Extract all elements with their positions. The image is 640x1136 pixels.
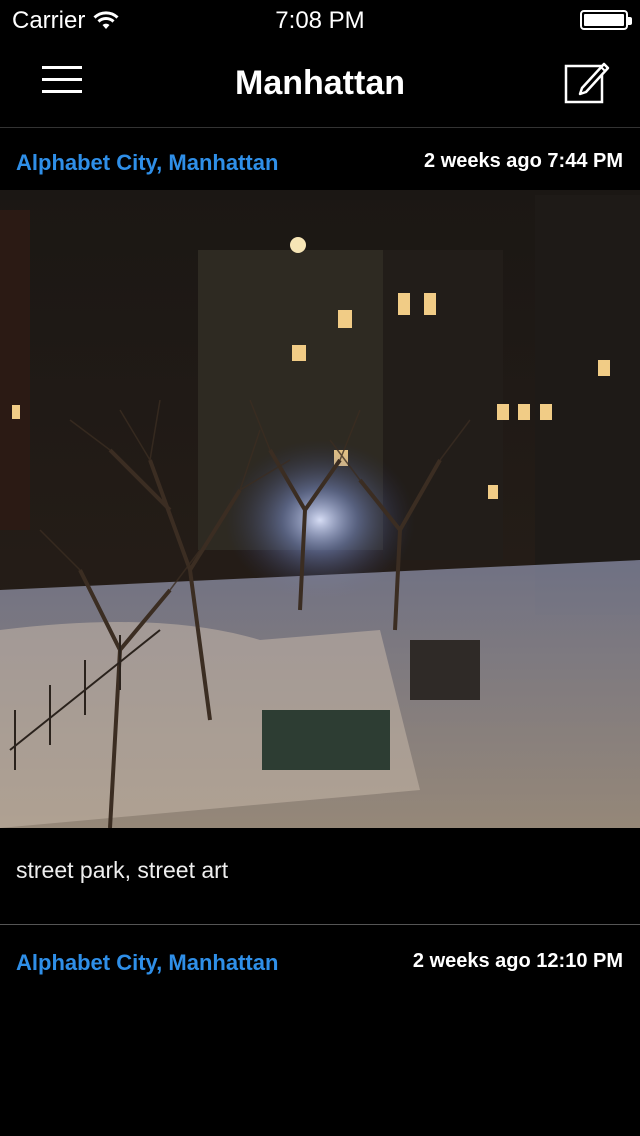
post-caption: street park, street art: [16, 857, 229, 883]
post-header: Alphabet City, Manhattan 2 weeks ago 7:4…: [0, 130, 640, 190]
battery-icon: [580, 10, 632, 30]
status-time: 7:08 PM: [275, 7, 365, 34]
post-location-link[interactable]: Alphabet City, Manhattan: [16, 150, 278, 176]
post-location-link[interactable]: Alphabet City, Manhattan: [16, 950, 278, 976]
post-header: Alphabet City, Manhattan 2 weeks ago 12:…: [0, 930, 640, 990]
post-divider: [0, 924, 640, 925]
status-bar: Carrier 7:08 PM: [0, 0, 640, 40]
navigation-bar: Manhattan: [0, 40, 640, 128]
compose-icon: [564, 62, 610, 104]
post-timestamp: 2 weeks ago 7:44 PM: [424, 150, 623, 172]
page-title: Manhattan: [235, 64, 405, 102]
night-park-photo: [0, 190, 640, 828]
post-photo[interactable]: [0, 190, 640, 828]
compose-button[interactable]: [560, 58, 612, 108]
post-timestamp: 2 weeks ago 12:10 PM: [412, 950, 623, 972]
